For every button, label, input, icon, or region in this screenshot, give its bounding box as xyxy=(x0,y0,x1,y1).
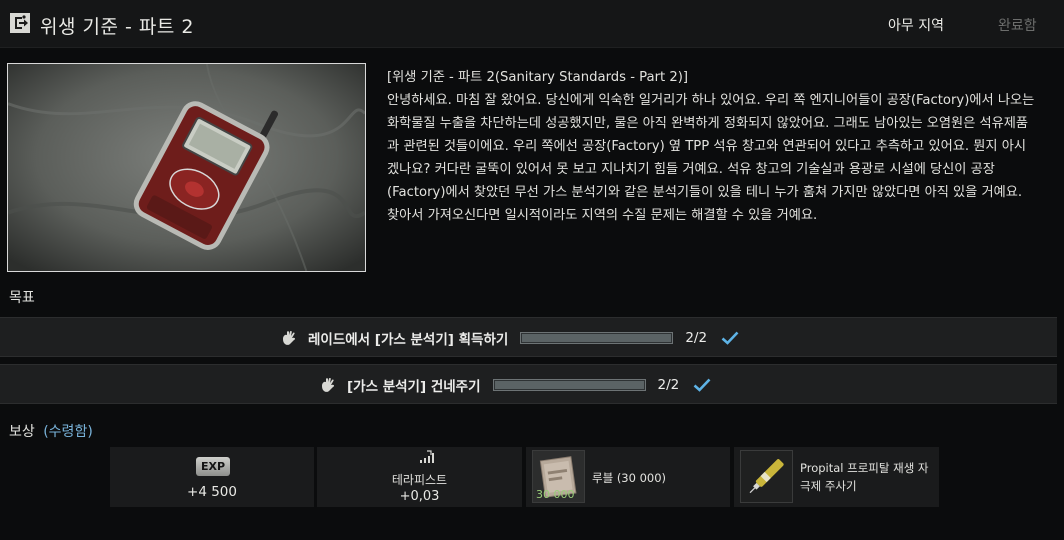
roubles-icon: 30 000 xyxy=(532,450,585,503)
objective-count: 2/2 xyxy=(657,377,680,393)
checkmark-icon xyxy=(721,331,739,345)
objective-row: [가스 분석기] 건네주기 2/2 xyxy=(0,364,1057,404)
item-quantity: 30 000 xyxy=(536,488,575,501)
reward-exp: EXP +4 500 xyxy=(110,447,314,507)
rewards-received-status: (수령함) xyxy=(43,424,93,440)
objective-text: 레이드에서 [가스 분석기] 획득하기 xyxy=(308,332,509,348)
progress-fill xyxy=(522,334,672,342)
page-title: 위생 기준 - 파트 2 xyxy=(40,16,194,38)
reputation-value: +0,03 xyxy=(399,489,440,504)
item-name: Propital 프로피탈 재생 자극제 주사기 xyxy=(800,461,929,493)
description-title: [위생 기준 - 파트 2(Sanitary Standards - Part … xyxy=(387,70,689,85)
item-name: 루블 (30 000) xyxy=(592,471,667,485)
reputation-icon xyxy=(420,450,434,463)
objective-progress-bar xyxy=(520,332,674,344)
description-body: 안녕하세요. 마침 잘 왔어요. 당신에게 익숙한 일거리가 하나 있어요. 우… xyxy=(387,93,1035,223)
checkmark-icon xyxy=(693,378,711,392)
gas-analyzer-image xyxy=(8,64,365,271)
progress-fill xyxy=(494,381,644,389)
objectives-label: 목표 xyxy=(9,290,35,306)
rewards-label: 보상 (수령함) xyxy=(9,421,93,441)
quest-description: [위생 기준 - 파트 2(Sanitary Standards - Part … xyxy=(387,66,1035,227)
quest-status-label: 완료함 xyxy=(998,18,1037,34)
rewards-title: 보상 xyxy=(9,424,35,440)
reward-reputation: 테라피스트 +0,03 xyxy=(317,447,522,507)
reputation-trader-name: 테라피스트 xyxy=(391,473,448,487)
reward-item-roubles[interactable]: 30 000 루블 (30 000) xyxy=(526,447,730,507)
objective-progress-bar xyxy=(492,379,646,391)
quest-header: 위생 기준 - 파트 2 아무 지역 완료함 xyxy=(0,0,1064,48)
rewards-row: EXP +4 500 테라피스트 +0,03 30 000 루블 (30 000… xyxy=(0,447,1064,507)
objective-count: 2/2 xyxy=(685,330,708,346)
propital-syringe-icon xyxy=(740,450,793,503)
quest-exit-icon xyxy=(10,13,30,33)
exp-value: +4 500 xyxy=(187,484,237,500)
hand-icon xyxy=(319,376,337,394)
quest-image xyxy=(7,63,366,272)
hand-icon xyxy=(280,329,298,347)
exp-icon: EXP xyxy=(196,457,230,476)
location-label: 아무 지역 xyxy=(888,18,944,34)
objective-row: 레이드에서 [가스 분석기] 획득하기 2/2 xyxy=(0,317,1057,357)
objective-text: [가스 분석기] 건네주기 xyxy=(347,379,481,395)
reward-item-propital[interactable]: Propital 프로피탈 재생 자극제 주사기 xyxy=(734,447,939,507)
